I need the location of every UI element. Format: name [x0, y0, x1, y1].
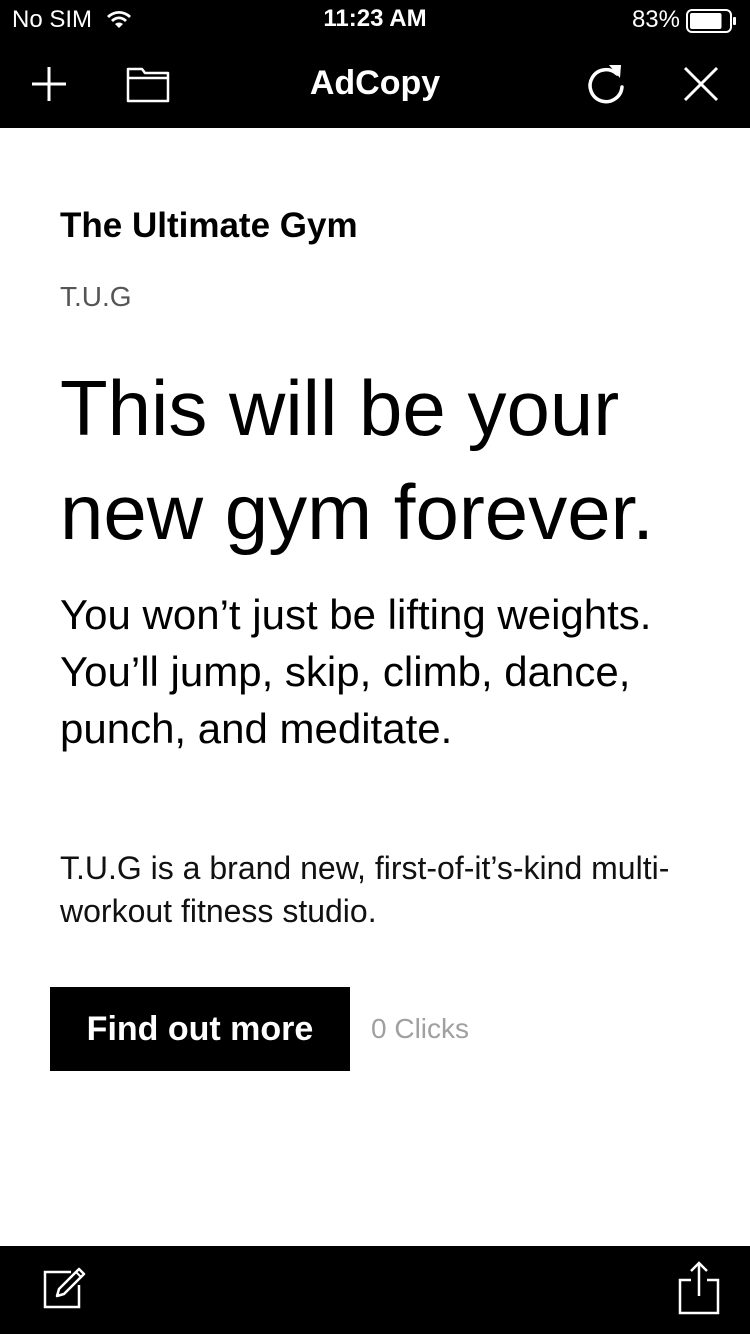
status-bar: No SIM 11:23 AM 83% [0, 0, 750, 40]
ad-headline: The Ultimate Gym [60, 206, 358, 245]
hero-line-1: This will be your [60, 364, 620, 452]
ad-body: T.U.G is a brand new, first-of-it’s-kind… [60, 850, 670, 929]
ad-hero-text: This will be your new gym forever. [60, 356, 720, 564]
ad-subhead: You won’t just be lifting weights. You’l… [60, 591, 652, 752]
hero-line-2: new gym forever. [60, 468, 654, 556]
ad-brand: T.U.G [60, 281, 132, 312]
close-button[interactable] [673, 58, 729, 114]
click-count: 0 Clicks [371, 1013, 470, 1044]
share-icon [676, 1260, 722, 1321]
nav-bar: AdCopy [0, 40, 750, 128]
find-out-more-button[interactable]: Find out more [50, 987, 350, 1071]
page-title: AdCopy [309, 64, 441, 102]
close-icon [681, 64, 721, 109]
edit-icon [37, 1263, 87, 1318]
refresh-icon [584, 61, 628, 112]
share-button[interactable] [669, 1260, 729, 1320]
bottom-toolbar [0, 1246, 750, 1334]
edit-button[interactable] [32, 1260, 92, 1320]
battery-icon [686, 9, 738, 38]
refresh-button[interactable] [578, 58, 634, 114]
battery-percent: 83% [631, 6, 680, 33]
